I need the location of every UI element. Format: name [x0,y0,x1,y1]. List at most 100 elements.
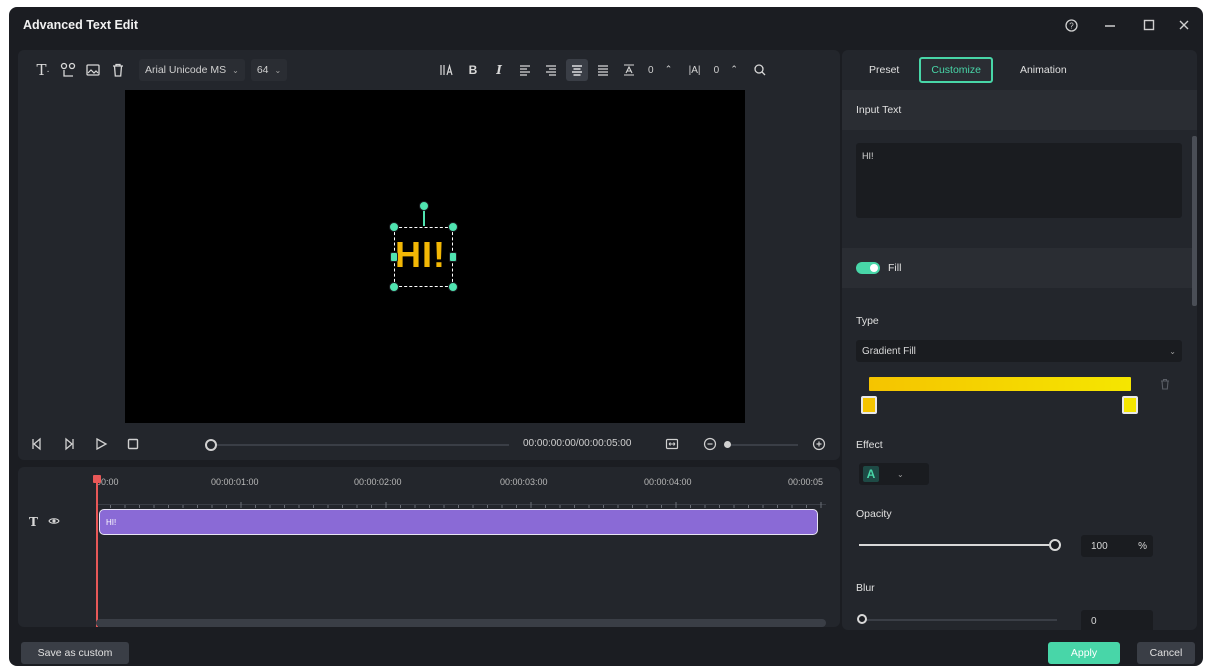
italic-icon[interactable]: I [488,59,510,81]
blur-slider[interactable] [859,619,1057,621]
blur-input[interactable]: 0 [1081,610,1153,630]
maximize-icon[interactable] [1134,7,1164,43]
fit-screen-icon[interactable] [665,437,679,451]
ruler-label: 00:00:05 [788,477,824,487]
blur-value: 0 [1091,615,1097,627]
clip-label: HI! [106,518,117,527]
ruler-ticks [95,499,826,508]
playhead[interactable] [96,477,98,627]
font-size-value: 64 [256,64,269,76]
effect-select[interactable]: A ⌄ [859,463,929,485]
resize-handle-right[interactable] [449,252,457,262]
property-tabs: Preset Customize Animation [842,50,1197,90]
playhead-marker[interactable] [93,475,101,483]
fill-label: Fill [888,262,902,274]
eye-icon[interactable] [48,515,60,530]
rotate-handle[interactable] [419,201,429,211]
align-right-icon[interactable] [540,59,562,81]
help-circle-icon[interactable]: ? [1056,7,1086,43]
previous-frame-icon[interactable] [24,437,50,454]
stop-icon[interactable] [120,437,146,454]
apply-button[interactable]: Apply [1048,642,1120,664]
tab-customize[interactable]: Customize [919,57,993,83]
time-ruler[interactable]: 00:00 00:00:01:00 00:00:02:00 00:00:03:0… [95,477,826,508]
close-icon[interactable] [1169,7,1199,43]
format-toolbar: B I 0 ⌃ |A| 0 ⌃ [436,50,775,90]
delete-icon[interactable] [107,59,129,81]
progress-knob[interactable] [205,439,217,451]
window-title: Advanced Text Edit [23,18,139,32]
resize-handle-left[interactable] [390,252,398,262]
line-spacing-icon[interactable] [618,59,640,81]
input-text-title: Input Text [856,104,902,116]
font-family-select[interactable]: Arial Unicode MS ⌄ [139,59,245,81]
align-left-icon[interactable] [514,59,536,81]
timeline-scrollbar[interactable] [96,619,826,627]
delete-stop-icon[interactable] [1159,378,1171,393]
progress-track[interactable] [209,444,509,446]
fill-type-value: Gradient Fill [862,345,916,357]
blur-label: Blur [856,582,875,594]
zoom-in-icon[interactable] [812,437,826,451]
align-center-icon[interactable] [566,59,588,81]
effect-label: Effect [856,439,883,451]
fill-toggle[interactable] [856,262,880,274]
fill-header: Fill [842,248,1197,288]
save-as-custom-button[interactable]: Save as custom [21,642,129,664]
play-icon[interactable] [88,437,114,454]
image-icon[interactable] [82,59,104,81]
tab-animation[interactable]: Animation [1010,59,1077,81]
cancel-button[interactable]: Cancel [1137,642,1195,664]
gradient-bar[interactable] [869,377,1131,391]
zoom-slider[interactable] [726,444,798,446]
resize-handle-bottom-right[interactable] [448,282,458,292]
input-text-field[interactable]: HI! [856,143,1182,218]
font-size-select[interactable]: 64 ⌄ [250,59,288,81]
opacity-knob[interactable] [1049,539,1061,551]
text-track-icon: T [29,515,38,529]
stepper-icon[interactable]: ⌃ [658,59,680,81]
advanced-text-edit-window: Advanced Text Edit ? T. Arial Unicode MS… [9,7,1203,666]
opacity-label: Opacity [856,508,892,520]
resize-handle-top-left[interactable] [389,222,399,232]
ruler-label: 00:00:04:00 [644,477,692,487]
minimize-icon[interactable] [1095,7,1125,43]
fill-type-select[interactable]: Gradient Fill ⌄ [856,340,1182,362]
bold-icon[interactable]: B [462,59,484,81]
add-text-icon[interactable]: T. [32,59,54,81]
svg-text:?: ? [1069,21,1074,30]
gradient-stop-start[interactable] [861,396,877,414]
zoom-knob[interactable] [724,441,731,448]
properties-panel: Preset Customize Animation Input Text HI… [842,50,1197,630]
text-settings-icon[interactable] [749,59,771,81]
stepper-icon[interactable]: ⌃ [723,59,745,81]
editor-panel: T. Arial Unicode MS ⌄ 64 ⌄ B I 0 ⌃ |A| 0… [18,50,840,460]
video-preview[interactable]: HI! [125,90,745,423]
font-family-value: Arial Unicode MS [145,64,227,76]
chevron-down-icon: ⌄ [274,65,282,75]
line-spacing-value[interactable]: 0 [648,65,654,76]
type-label: Type [856,315,879,327]
ruler-label: 00:00:03:00 [500,477,548,487]
zoom-out-icon[interactable] [703,437,717,451]
resize-handle-top-right[interactable] [448,222,458,232]
shape-icon[interactable] [57,59,79,81]
effect-preview: A [863,466,879,482]
text-clip[interactable]: HI! [99,509,818,535]
text-case-icon[interactable] [436,59,458,81]
preview-text[interactable]: HI! [395,234,446,276]
opacity-slider[interactable] [859,544,1049,546]
resize-handle-bottom-left[interactable] [389,282,399,292]
gradient-stop-end[interactable] [1122,396,1138,414]
chevron-down-icon: ⌄ [232,65,239,75]
align-justify-icon[interactable] [592,59,614,81]
char-spacing-value[interactable]: 0 [714,65,720,76]
char-spacing-icon[interactable]: |A| [684,59,706,81]
timeline-panel: 00:00 00:00:01:00 00:00:02:00 00:00:03:0… [18,467,840,627]
input-text-header: Input Text [842,90,1197,130]
opacity-input[interactable]: 100 % [1081,535,1153,557]
properties-scrollbar[interactable] [1192,136,1197,306]
blur-knob[interactable] [857,614,867,624]
next-frame-icon[interactable] [56,437,82,454]
tab-preset[interactable]: Preset [859,59,909,81]
